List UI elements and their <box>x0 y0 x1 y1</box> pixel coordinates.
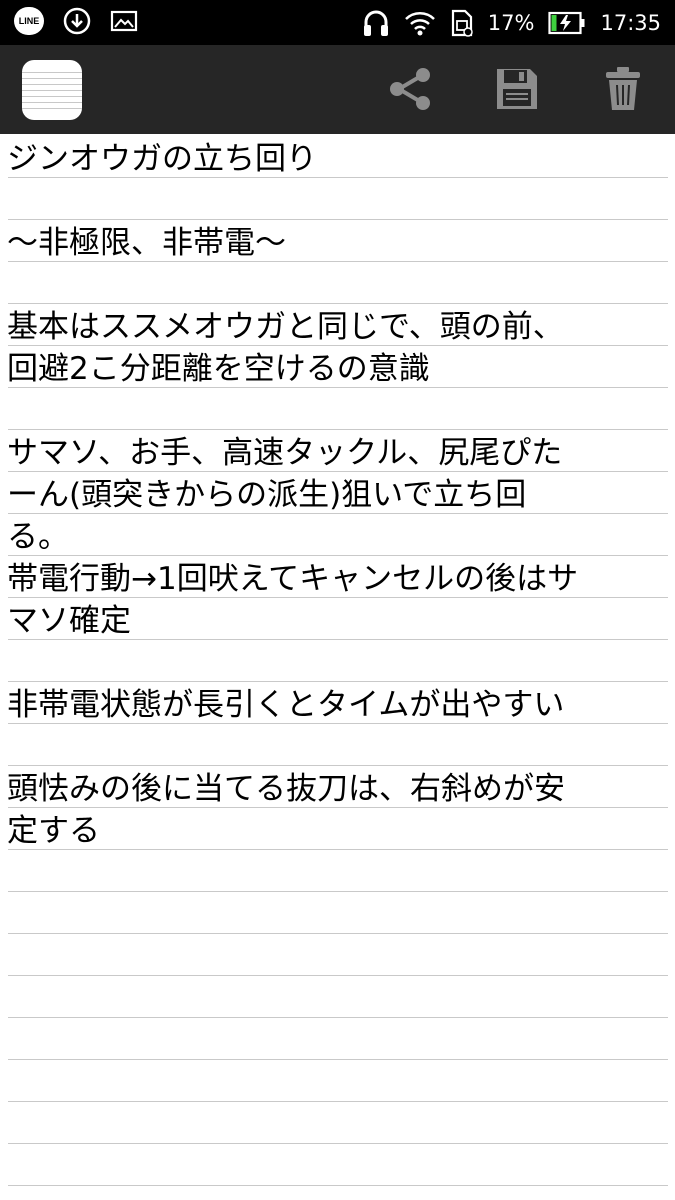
wifi-icon <box>404 11 435 35</box>
notepad-app-icon[interactable] <box>22 60 82 120</box>
paper-rule <box>8 303 668 304</box>
paper-rule <box>8 1143 668 1144</box>
note-line: マソ確定 <box>7 603 131 639</box>
paper-rule <box>8 681 668 682</box>
note-line: サマソ、お手、高速タックル、尻尾ぴた <box>7 435 563 471</box>
paper-rule <box>8 555 668 556</box>
paper-rule <box>8 975 668 976</box>
paper-rule <box>8 1185 668 1186</box>
save-button[interactable] <box>491 63 543 115</box>
paper-rule <box>8 849 668 850</box>
clock: 17:35 <box>600 10 661 35</box>
note-line: 基本はススメオウガと同じで、頭の前、 <box>7 309 564 345</box>
paper-rule <box>8 1059 668 1060</box>
image-icon <box>110 10 138 32</box>
note-line: 定する <box>7 813 100 849</box>
sim-card-icon <box>451 9 473 37</box>
battery-percent: 17% <box>487 10 535 35</box>
note-line: る。 <box>7 519 69 555</box>
share-icon <box>390 68 430 110</box>
paper-rule <box>8 891 668 892</box>
note-editor[interactable]: ジンオウガの立ち回り 〜非極限、非帯電〜 基本はススメオウガと同じで、頭の前、 … <box>0 134 675 1200</box>
status-bar: LINE 17% 17:35 <box>0 0 675 45</box>
headphones-icon <box>363 10 388 36</box>
note-line: 回避2こ分距離を空けるの意識 <box>7 351 430 387</box>
paper-rule <box>8 219 668 220</box>
trash-icon <box>606 67 640 110</box>
paper-rule <box>8 429 668 430</box>
download-icon <box>63 7 91 35</box>
save-icon <box>497 69 537 109</box>
delete-button[interactable] <box>597 63 649 115</box>
app-toolbar <box>0 45 675 134</box>
share-button[interactable] <box>384 63 436 115</box>
paper-rule <box>8 1101 668 1102</box>
note-line: ジンオウガの立ち回り <box>7 141 317 177</box>
line-app-icon: LINE <box>14 7 44 35</box>
line-app-label: LINE <box>18 16 40 26</box>
note-line: 帯電行動→1回吠えてキャンセルの後はサ <box>7 561 579 597</box>
note-line: 〜非極限、非帯電〜 <box>7 225 286 261</box>
note-line: 非帯電状態が長引くとタイムが出やすい <box>7 687 565 723</box>
note-line: 頭怯みの後に当てる抜刀は、右斜めが安 <box>7 771 565 807</box>
note-line: ーん(頭突きからの派生)狙いで立ち回 <box>7 477 527 513</box>
paper-rule <box>8 933 668 934</box>
paper-rule <box>8 1017 668 1018</box>
battery-charging-icon <box>548 11 585 34</box>
paper-rule <box>8 765 668 766</box>
